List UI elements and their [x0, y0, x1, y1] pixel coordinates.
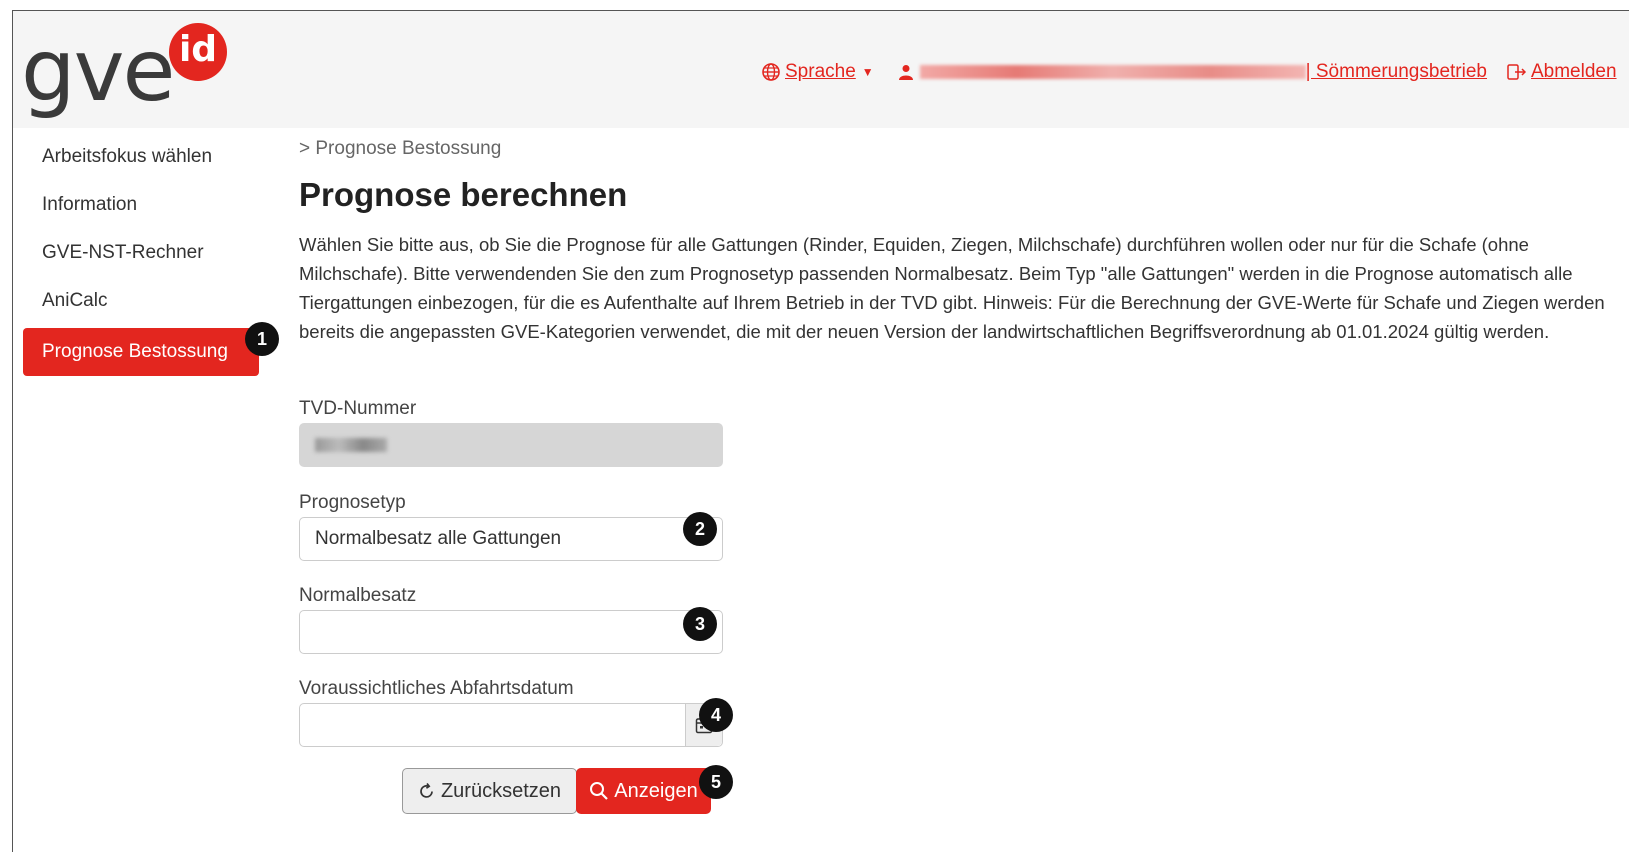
prognosetyp-label: Prognosetyp — [299, 492, 406, 513]
sidebar: Arbeitsfokus wählen Information GVE-NST-… — [23, 128, 259, 376]
sidebar-item-arbeitsfokus[interactable]: Arbeitsfokus wählen — [23, 133, 259, 181]
chevron-down-icon[interactable]: ▼ — [862, 65, 874, 79]
step-marker-2: 2 — [683, 512, 717, 546]
prognosetyp-selected-value: Normalbesatz alle Gattungen — [315, 528, 562, 549]
logout-link[interactable]: Abmelden — [1531, 61, 1617, 83]
normalbesatz-label: Normalbesatz — [299, 585, 417, 606]
logout-icon — [1507, 63, 1527, 81]
user-name-redacted — [919, 65, 1306, 79]
tvd-number-label: TVD-Nummer — [299, 398, 417, 419]
sidebar-item-anicalc[interactable]: AniCalc — [23, 277, 259, 325]
logo[interactable]: gve — [21, 21, 175, 121]
top-navigation: Sprache ▼ | Sömmerungsbetrieb Abmelden — [761, 57, 1617, 87]
reset-button[interactable]: Zurücksetzen — [402, 768, 577, 814]
language-menu[interactable]: Sprache — [785, 61, 856, 83]
breadcrumb[interactable]: > Prognose Bestossung — [299, 138, 501, 160]
sidebar-item-information[interactable]: Information — [23, 181, 259, 229]
show-button-label: Anzeigen — [614, 779, 698, 802]
step-marker-4: 4 — [699, 698, 733, 732]
user-account-link[interactable]: | Sömmerungsbetrieb — [1306, 61, 1487, 83]
page-description: Wählen Sie bitte aus, ob Sie die Prognos… — [299, 234, 1605, 342]
search-icon — [589, 781, 609, 801]
tvd-number-field — [299, 423, 723, 467]
header: gve id Sprache ▼ | Sömmerungsbetrieb Abm… — [13, 11, 1629, 128]
refresh-icon — [418, 782, 435, 800]
step-marker-5: 5 — [699, 765, 733, 799]
prognosetyp-select[interactable]: Normalbesatz alle Gattungen — [299, 517, 723, 561]
page-title: Prognose berechnen — [299, 176, 628, 213]
normalbesatz-input[interactable] — [299, 610, 723, 654]
step-marker-3: 3 — [683, 607, 717, 641]
sidebar-item-prognose-bestossung[interactable]: Prognose Bestossung — [23, 328, 259, 376]
show-button[interactable]: Anzeigen — [576, 768, 711, 814]
user-icon — [898, 64, 914, 80]
app-window: gve id Sprache ▼ | Sömmerungsbetrieb Abm… — [12, 10, 1629, 852]
logo-badge: id — [169, 23, 227, 81]
reset-button-label: Zurücksetzen — [440, 779, 562, 802]
abfahrtsdatum-input[interactable] — [315, 704, 689, 746]
sidebar-item-gve-nst-rechner[interactable]: GVE-NST-Rechner — [23, 229, 259, 277]
abfahrtsdatum-field — [299, 703, 723, 747]
step-marker-1: 1 — [245, 322, 279, 356]
abfahrtsdatum-label: Voraussichtliches Abfahrtsdatum — [299, 678, 574, 699]
tvd-number-redacted — [315, 438, 387, 452]
globe-icon — [761, 62, 781, 82]
